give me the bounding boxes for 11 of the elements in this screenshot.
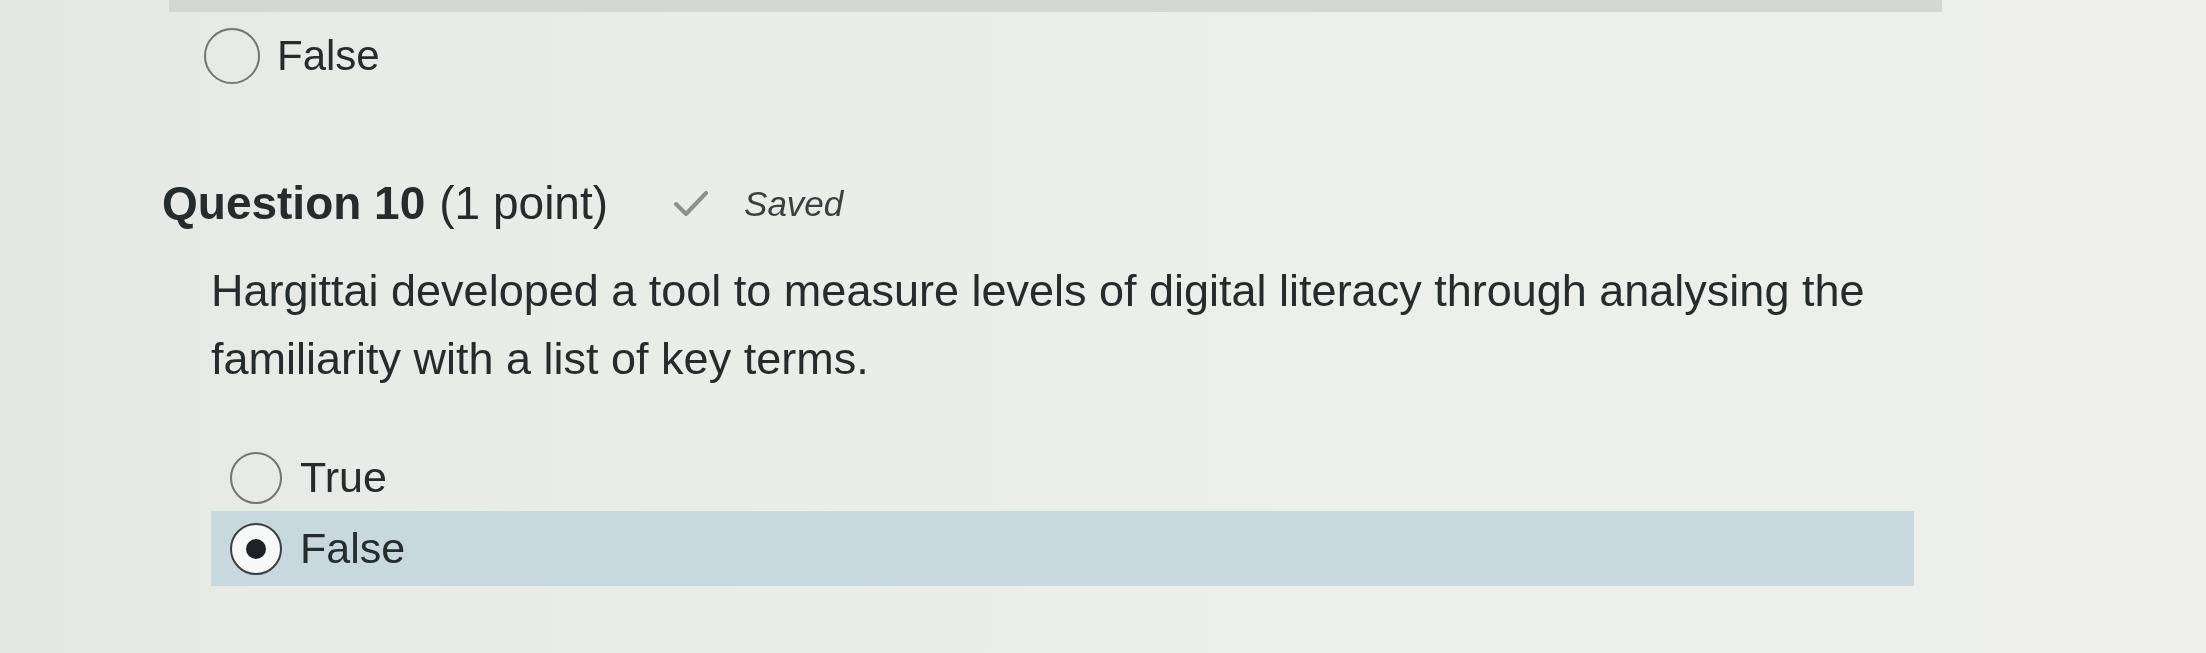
question-title: Question 10 bbox=[162, 176, 426, 231]
question-text: Hargittai developed a tool to measure levels of digital literacy through analysing the familiarity with a list of key terms. bbox=[211, 264, 1866, 387]
answer-option[interactable]: False bbox=[211, 511, 1914, 587]
check-icon bbox=[674, 190, 709, 217]
answer-option[interactable]: True bbox=[211, 445, 1914, 512]
radio-button[interactable] bbox=[204, 28, 260, 84]
points-label: (1 point) bbox=[439, 176, 609, 231]
status-label: Saved bbox=[744, 183, 844, 224]
option-label: False bbox=[277, 30, 380, 81]
radio-button[interactable] bbox=[230, 522, 282, 575]
radio-button[interactable] bbox=[230, 452, 282, 505]
